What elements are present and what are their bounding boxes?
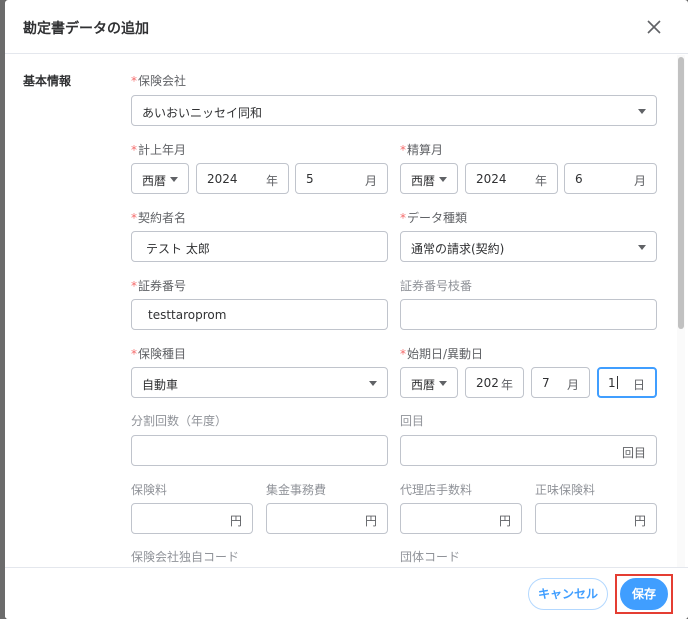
- close-icon[interactable]: [645, 18, 663, 36]
- settlement-month-input[interactable]: 6 月: [564, 163, 657, 194]
- policy-branch-label: 証券番号枝番: [400, 279, 473, 293]
- premium-input[interactable]: 円: [131, 503, 253, 534]
- settlement-year-input[interactable]: 2024 年: [465, 163, 558, 194]
- posting-month-input[interactable]: 5 月: [295, 163, 388, 194]
- scrollbar-thumb[interactable]: [678, 57, 684, 329]
- settlement-month-label: *精算月: [400, 143, 444, 157]
- net-premium-label: 正味保険料: [535, 483, 596, 497]
- insurer-label: *保険会社: [131, 74, 187, 88]
- group-code-label: 団体コード: [400, 550, 461, 564]
- posting-year-input[interactable]: 2024 年: [196, 163, 289, 194]
- data-type-label: *データ種類: [400, 211, 468, 225]
- start-year-input[interactable]: 202 年: [465, 367, 524, 398]
- section-label-basic-info: 基本情報: [23, 74, 72, 88]
- start-day-input[interactable]: 1 日: [597, 367, 657, 398]
- count-input[interactable]: 回目: [400, 435, 657, 466]
- installments-input[interactable]: [131, 435, 388, 466]
- policy-no-label: *証券番号: [131, 279, 187, 293]
- dialog-footer: キャンセル 保存: [5, 567, 688, 619]
- add-statement-dialog: 勘定書データの追加 基本情報 *保険会社 あいおいニッセイ同和 *計上年月 西暦…: [5, 0, 688, 619]
- insurance-type-select[interactable]: 自動車: [131, 367, 388, 398]
- posting-ym-label: *計上年月: [131, 143, 187, 157]
- chevron-down-icon: [369, 381, 377, 386]
- policy-branch-input[interactable]: [400, 299, 657, 330]
- chevron-down-icon: [638, 109, 646, 114]
- data-type-select[interactable]: 通常の請求(契約): [400, 231, 657, 262]
- insurer-select[interactable]: あいおいニッセイ同和: [131, 95, 657, 126]
- cancel-button[interactable]: キャンセル: [528, 578, 608, 610]
- chevron-down-icon: [439, 177, 447, 182]
- policy-no-input[interactable]: testtaroprom: [131, 299, 388, 330]
- contractor-input[interactable]: テスト 太郎: [131, 231, 388, 262]
- start-month-input[interactable]: 7 月: [531, 367, 590, 398]
- text-cursor: [616, 376, 618, 389]
- collection-fee-input[interactable]: 円: [266, 503, 388, 534]
- dialog-body: 基本情報 *保険会社 あいおいニッセイ同和 *計上年月 西暦 2024 年 5 …: [5, 55, 688, 567]
- chevron-down-icon: [439, 381, 447, 386]
- posting-era-select[interactable]: 西暦: [131, 163, 189, 194]
- chevron-down-icon: [170, 177, 178, 182]
- dialog-header: 勘定書データの追加: [5, 0, 688, 54]
- agency-fee-input[interactable]: 円: [400, 503, 522, 534]
- contractor-label: *契約者名: [131, 211, 187, 225]
- start-era-select[interactable]: 西暦: [400, 367, 458, 398]
- insurer-code-label: 保険会社独自コード: [131, 550, 240, 564]
- agency-fee-label: 代理店手数料: [400, 483, 473, 497]
- premium-label: 保険料: [131, 483, 168, 497]
- collection-fee-label: 集金事務費: [266, 483, 327, 497]
- chevron-down-icon: [638, 245, 646, 250]
- settlement-era-select[interactable]: 西暦: [400, 163, 458, 194]
- start-date-label: *始期日/異動日: [400, 347, 484, 361]
- count-label: 回目: [400, 414, 425, 428]
- installments-label: 分割回数（年度）: [131, 414, 228, 428]
- dialog-title: 勘定書データの追加: [23, 21, 149, 37]
- net-premium-input[interactable]: 円: [535, 503, 657, 534]
- save-button[interactable]: 保存: [620, 578, 668, 610]
- insurance-type-label: *保険種目: [131, 347, 187, 361]
